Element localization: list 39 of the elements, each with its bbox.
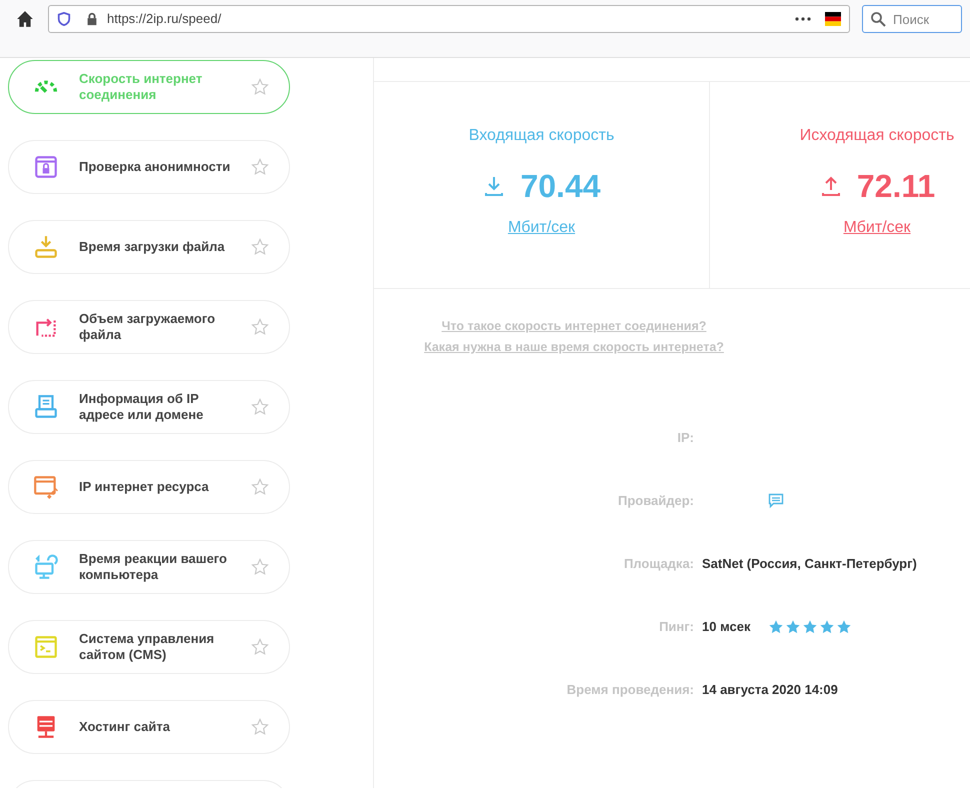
star-icon[interactable]: [251, 158, 269, 176]
detail-value: 14 августа 2020 14:09: [702, 680, 838, 699]
lock-icon: [85, 12, 99, 26]
speed-value: 72.11: [856, 170, 936, 202]
star-icon[interactable]: [251, 558, 269, 576]
home-icon[interactable]: [16, 10, 34, 28]
speed-title: Входящая скорость: [468, 126, 614, 146]
detail-label: IP:: [676, 428, 695, 447]
sidebar-item[interactable]: Время загрузки файла: [8, 220, 290, 274]
detail-label: Время проведения:: [566, 680, 695, 699]
star-icon[interactable]: [251, 718, 269, 736]
star-icon[interactable]: [251, 478, 269, 496]
sidebar-item[interactable]: Хостинг сайта: [8, 700, 290, 754]
star-icon[interactable]: [251, 238, 269, 256]
more-icon[interactable]: [795, 17, 811, 21]
url-bar[interactable]: https://2ip.ru/speed/: [48, 5, 850, 33]
search-icon: [870, 11, 886, 27]
detail-label: Пинг:: [658, 618, 695, 636]
sidebar-item[interactable]: Время реакции вашего компьютера: [8, 540, 290, 594]
sidebar-item[interactable]: Информация об IP адресе или домене: [8, 380, 290, 434]
star-icon[interactable]: [251, 78, 269, 96]
sidebar-item[interactable]: Проверка анонимности: [8, 140, 290, 194]
star-icon[interactable]: [251, 398, 269, 416]
detail-label: Провайдер:: [616, 492, 695, 510]
sidebar-item[interactable]: IP интернет ресурса: [8, 460, 290, 514]
star-icon[interactable]: [251, 318, 269, 336]
url-text: https://2ip.ru/speed/: [107, 10, 222, 28]
speed-title: Исходящая скорость: [800, 126, 954, 146]
star-icon[interactable]: [251, 638, 269, 656]
sidebar-item[interactable]: Объем загружаемого файла: [8, 300, 290, 354]
flag-icon[interactable]: [825, 12, 841, 26]
detail-value: 10 мсек: [702, 618, 750, 636]
comment-icon[interactable]: [768, 492, 784, 508]
sidebar-item[interactable]: Система управления сайтом (CMS): [8, 620, 290, 674]
speed-value: 70.44: [520, 170, 601, 202]
detail-value: SatNet (Россия, Санкт-Петербург): [702, 554, 917, 573]
search-field[interactable]: Поиск: [862, 5, 962, 33]
shield-icon: [57, 12, 71, 26]
detail-label: Площадка:: [622, 554, 695, 573]
